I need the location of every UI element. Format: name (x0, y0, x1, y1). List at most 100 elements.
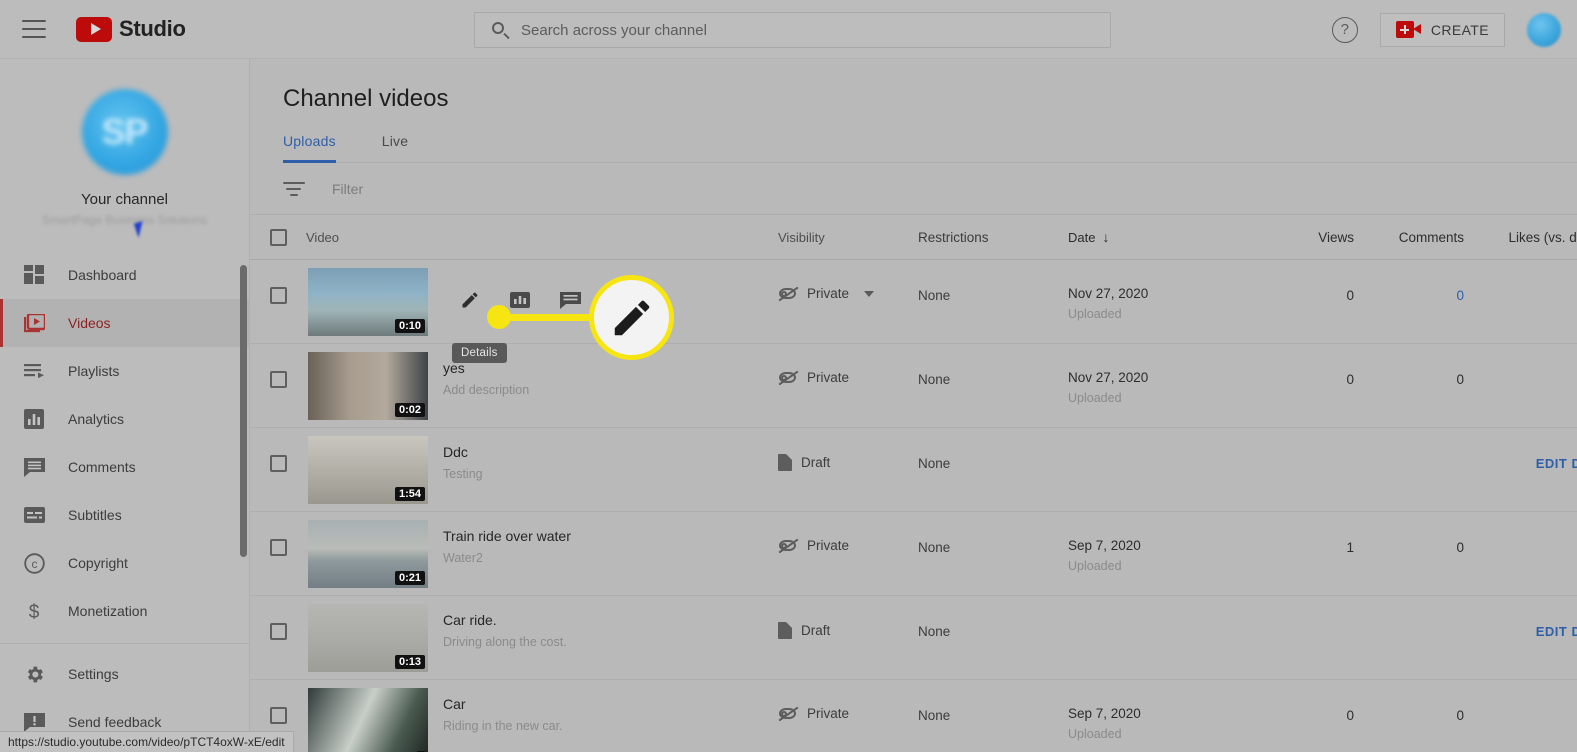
row-views: 1 (1258, 512, 1354, 555)
sidebar-scrollbar[interactable] (240, 265, 247, 557)
column-header-date[interactable]: Date ↓ (1068, 229, 1258, 245)
row-date-cell (1068, 428, 1258, 460)
sidebar-item-comments[interactable]: Comments (0, 443, 249, 491)
row-select-cell (250, 680, 306, 724)
column-header-likes[interactable]: Likes (vs. dislikes) (1464, 230, 1577, 245)
video-thumbnail[interactable]: 0:10 (308, 268, 428, 336)
sidebar-item-settings[interactable]: Settings (0, 650, 249, 698)
row-visibility-cell[interactable]: Private (778, 680, 918, 721)
video-thumbnail[interactable]: 1:54 (308, 436, 428, 504)
table-row[interactable]: 0:21 Train ride over water Water2 Privat… (250, 512, 1577, 596)
sidebar-item-playlists[interactable]: Playlists (0, 347, 249, 395)
visibility-label: Private (807, 286, 849, 301)
column-header-views[interactable]: Views (1258, 230, 1354, 245)
row-comments[interactable]: 0 (1354, 260, 1464, 303)
video-title[interactable]: Ddc (443, 444, 483, 460)
video-description[interactable]: Riding in the new car. (443, 719, 563, 733)
search-input[interactable] (521, 22, 1110, 39)
video-thumbnail[interactable] (308, 688, 428, 752)
studio-logo[interactable]: Studio (76, 16, 186, 42)
sidebar-item-videos[interactable]: Videos (0, 299, 249, 347)
video-description[interactable]: Add description (443, 383, 529, 397)
video-duration: 0:21 (395, 571, 425, 585)
select-all-checkbox[interactable] (270, 229, 287, 246)
filter-icon[interactable] (283, 182, 305, 196)
row-visibility-cell[interactable]: Draft (778, 596, 918, 639)
video-description[interactable]: Driving along the cost. (443, 635, 567, 649)
column-header-comments[interactable]: Comments (1354, 230, 1464, 245)
sidebar-item-analytics[interactable]: Analytics (0, 395, 249, 443)
filter-input[interactable] (332, 181, 632, 197)
row-likes: – (1464, 344, 1577, 387)
sidebar-item-copyright[interactable]: c Copyright (0, 539, 249, 587)
video-title[interactable]: Train ride over water (443, 528, 571, 544)
table-row[interactable]: 0:02 yes Add description Private None No… (250, 344, 1577, 428)
status-bar-url: https://studio.youtube.com/video/pTCT4ox… (8, 735, 285, 749)
edit-pencil-icon[interactable] (458, 288, 482, 312)
edit-draft-button[interactable]: EDIT DRAFT (1464, 596, 1577, 639)
video-library-icon (22, 311, 46, 335)
row-views (1258, 428, 1354, 456)
copyright-icon: c (22, 551, 46, 575)
annotation-origin-dot (487, 305, 511, 329)
column-header-restrictions[interactable]: Restrictions (918, 230, 1068, 245)
analytics-icon (22, 407, 46, 431)
visibility-label: Private (807, 370, 849, 385)
hamburger-menu-icon[interactable] (22, 20, 46, 38)
row-checkbox[interactable] (270, 707, 287, 724)
comments-icon[interactable] (558, 288, 582, 312)
row-comments (1354, 596, 1464, 624)
column-header-video[interactable]: Video (306, 230, 778, 245)
page-title: Channel videos (250, 59, 1577, 113)
row-views: 0 (1258, 260, 1354, 303)
sidebar-item-subtitles[interactable]: Subtitles (0, 491, 249, 539)
search-icon (491, 21, 509, 39)
row-date-status: Uploaded (1068, 307, 1258, 321)
sidebar-item-monetization[interactable]: $ Monetization (0, 587, 249, 635)
video-meta: Car ride. Driving along the cost. (443, 596, 567, 672)
row-comments: 0 (1354, 512, 1464, 555)
row-visibility-cell[interactable]: Private (778, 344, 918, 385)
eye-off-icon (778, 539, 798, 553)
row-checkbox[interactable] (270, 623, 287, 640)
row-likes: – (1464, 260, 1577, 303)
video-title[interactable]: Car ride. (443, 612, 567, 628)
row-restrictions: None (918, 260, 1068, 303)
analytics-bar-icon[interactable] (508, 288, 532, 312)
video-thumbnail[interactable]: 0:02 (308, 352, 428, 420)
video-description[interactable]: Testing (443, 467, 483, 481)
row-comments (1354, 428, 1464, 456)
row-checkbox[interactable] (270, 371, 287, 388)
row-checkbox[interactable] (270, 287, 287, 304)
table-row[interactable]: 1:54 Ddc Testing Draft None EDIT DRAFT (250, 428, 1577, 512)
row-visibility-cell[interactable]: Draft (778, 428, 918, 471)
dollar-icon: $ (22, 599, 46, 623)
channel-avatar[interactable]: SP (82, 89, 168, 175)
edit-draft-button[interactable]: EDIT DRAFT (1464, 428, 1577, 471)
table-row[interactable]: Car Riding in the new car. Private None … (250, 680, 1577, 752)
row-likes: – (1464, 512, 1577, 555)
sidebar-item-label: Send feedback (68, 714, 161, 730)
video-duration: 0:10 (395, 319, 425, 333)
tab-live[interactable]: Live (382, 133, 422, 162)
table-row[interactable]: 0:10 Private None Nov 27, 2020 Uploaded … (250, 260, 1577, 344)
row-restrictions: None (918, 428, 1068, 471)
search-bar[interactable] (474, 12, 1111, 48)
column-header-visibility[interactable]: Visibility (778, 230, 918, 245)
sidebar-item-dashboard[interactable]: Dashboard (0, 251, 249, 299)
row-visibility-cell[interactable]: Private (778, 512, 918, 553)
chevron-down-icon[interactable] (864, 291, 874, 297)
help-icon[interactable]: ? (1332, 17, 1358, 43)
tab-uploads[interactable]: Uploads (283, 133, 350, 162)
video-description[interactable]: Water2 (443, 551, 571, 565)
youtube-studio-page: Studio ? CREATE SP Your channel SmartPag… (0, 0, 1577, 752)
video-thumbnail[interactable]: 0:21 (308, 520, 428, 588)
account-avatar[interactable] (1527, 13, 1561, 47)
row-visibility-cell[interactable]: Private (778, 260, 918, 301)
create-button[interactable]: CREATE (1380, 13, 1505, 47)
video-thumbnail[interactable]: 0:13 (308, 604, 428, 672)
row-checkbox[interactable] (270, 455, 287, 472)
row-checkbox[interactable] (270, 539, 287, 556)
table-row[interactable]: 0:13 Car ride. Driving along the cost. D… (250, 596, 1577, 680)
video-title[interactable]: Car (443, 696, 563, 712)
